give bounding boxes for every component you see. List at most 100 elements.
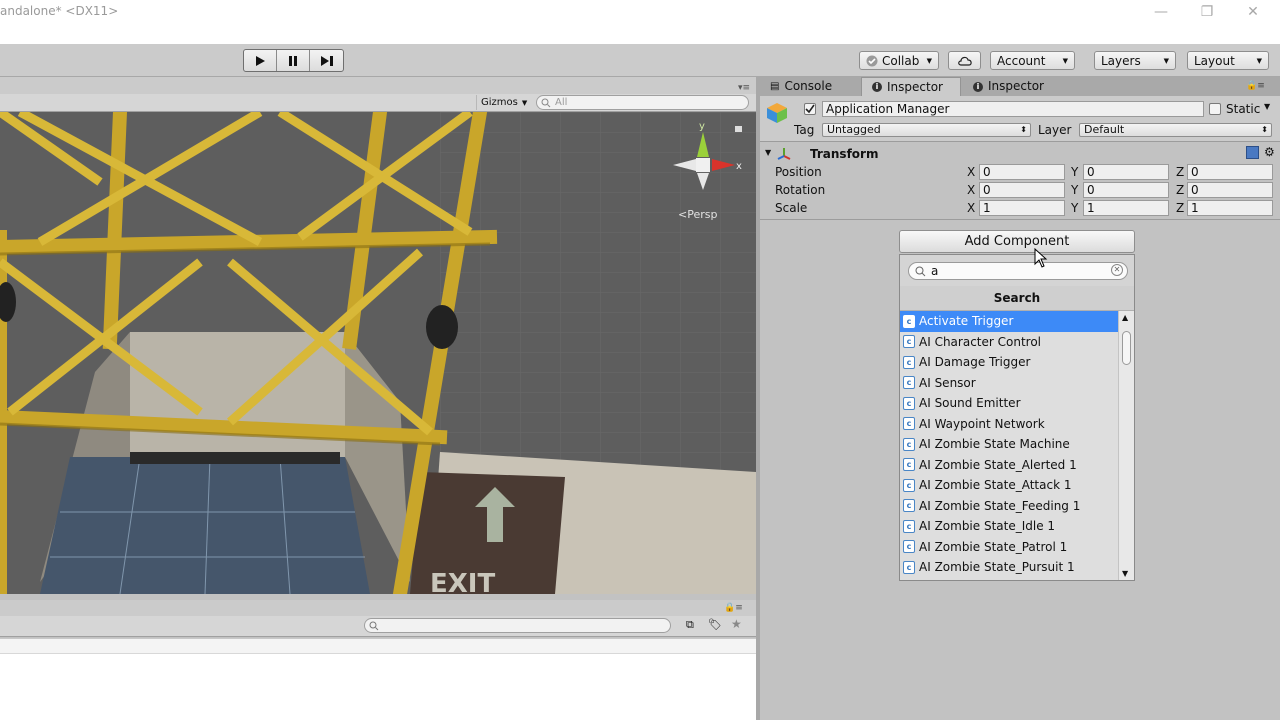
list-item[interactable]: c AI Zombie State_Patrol 1 (900, 537, 1118, 558)
help-book-icon[interactable] (1246, 146, 1259, 159)
panel-menu-icon[interactable]: ▾≡ (738, 83, 750, 93)
script-icon: c (903, 519, 915, 533)
tab-console[interactable]: ▤ Console (760, 77, 842, 96)
persp-label[interactable]: <Persp (678, 208, 717, 221)
step-button[interactable] (310, 50, 343, 71)
layout-dropdown[interactable]: Layout ▼ (1187, 51, 1269, 70)
tab-inspector-second[interactable]: i Inspector (963, 77, 1054, 96)
static-dropdown-arrow-icon[interactable]: ▼ (1264, 102, 1270, 111)
transform-position-row: Position X 0 Y 0 Z 0 (775, 164, 1280, 182)
axis-y-label[interactable]: Y (1071, 183, 1078, 197)
info-icon: i (872, 82, 882, 92)
list-item-label: AI Waypoint Network (919, 416, 1045, 431)
gizmos-label: Gizmos (481, 97, 518, 108)
list-item-label: AI Zombie State_Feeding 1 (919, 498, 1081, 513)
script-icon: c (903, 499, 915, 513)
scale-x-field[interactable]: 1 (979, 200, 1065, 216)
tag-value: Untagged (827, 123, 881, 136)
gear-icon[interactable]: ⚙ (1264, 145, 1275, 159)
static-label: Static (1226, 102, 1261, 116)
play-button[interactable] (244, 50, 277, 71)
clear-search-icon[interactable]: ✕ (1111, 264, 1123, 276)
dropdown-arrow-icon: ▼ (926, 56, 932, 65)
minimize-button[interactable]: — (1149, 2, 1173, 22)
axis-y-label[interactable]: Y (1071, 201, 1078, 215)
list-item[interactable]: c AI Sound Emitter (900, 393, 1118, 414)
list-item[interactable]: c AI Sensor (900, 373, 1118, 394)
scale-label: Scale (775, 201, 808, 215)
scale-z-field[interactable]: 1 (1187, 200, 1273, 216)
checkmark-icon (866, 55, 878, 66)
object-name-field[interactable]: Application Manager (822, 101, 1204, 117)
layers-dropdown[interactable]: Layers ▼ (1094, 51, 1176, 70)
list-item[interactable]: c AI Zombie State_Pursuit 1 (900, 557, 1118, 578)
list-item[interactable]: c AI Zombie State_Idle 1 (900, 516, 1118, 537)
axis-z-label[interactable]: Z (1176, 183, 1184, 197)
add-component-button[interactable]: Add Component (899, 230, 1135, 253)
scroll-down-arrow-icon[interactable]: ▼ (1122, 569, 1128, 578)
component-search-input[interactable]: a ✕ (908, 262, 1128, 280)
close-button[interactable]: ✕ (1241, 2, 1265, 22)
foldout-arrow-icon[interactable]: ▼ (765, 148, 771, 157)
bottom-panel-toolbar: ⧉ 🏷 ★ (0, 616, 756, 637)
axis-x-label[interactable]: X (967, 201, 975, 215)
scene-viewport[interactable]: EXIT y x <Persp (0, 112, 756, 594)
list-item-label: AI Zombie State_Attack 1 (919, 478, 1072, 493)
position-y-field[interactable]: 0 (1083, 164, 1169, 180)
tag-dropdown[interactable]: Untagged ⬍ (822, 123, 1031, 137)
component-list-scrollbar[interactable]: ▲ ▼ (1118, 311, 1134, 580)
rotation-x-field[interactable]: 0 (979, 182, 1065, 198)
list-item[interactable]: c AI Zombie State_Alerted 1 (900, 455, 1118, 476)
filter-by-type-icon[interactable]: ⧉ (686, 618, 694, 632)
list-item[interactable]: c AI Waypoint Network (900, 414, 1118, 435)
rotation-y-field[interactable]: 0 (1083, 182, 1169, 198)
scroll-up-arrow-icon[interactable]: ▲ (1122, 313, 1128, 322)
list-item[interactable]: c AI Character Control (900, 332, 1118, 353)
console-icon: ▤ (770, 81, 780, 92)
layer-value: Default (1084, 123, 1125, 136)
axis-y-label[interactable]: Y (1071, 165, 1078, 179)
favorite-star-icon[interactable]: ★ (731, 617, 742, 631)
account-dropdown[interactable]: Account ▼ (990, 51, 1075, 70)
gizmo-x-label: x (736, 161, 742, 172)
list-item-label: AI Zombie State_Pursuit 1 (919, 560, 1075, 575)
scale-y-field[interactable]: 1 (1083, 200, 1169, 216)
list-item[interactable]: c AI Zombie State_Attack 1 (900, 475, 1118, 496)
project-search-input[interactable] (364, 618, 671, 633)
active-checkbox[interactable] (804, 103, 816, 115)
mouse-cursor-icon (1034, 248, 1048, 268)
static-checkbox[interactable] (1209, 103, 1221, 115)
lock-icon[interactable]: 🔒≡ (724, 603, 743, 613)
list-item-label: AI Zombie State_Idle 1 (919, 519, 1056, 534)
panel-menu-icon[interactable]: 🔒≡ (1246, 81, 1265, 91)
list-item[interactable]: c AI Zombie State_Feeding 1 (900, 496, 1118, 517)
rotation-z-field[interactable]: 0 (1187, 182, 1273, 198)
filter-by-label-icon[interactable]: 🏷 (708, 618, 722, 631)
list-item[interactable]: c AI Damage Trigger (900, 352, 1118, 373)
updown-arrow-icon: ⬍ (1020, 125, 1027, 134)
tab-inspector-active[interactable]: i Inspector (861, 77, 961, 96)
scene-search-input[interactable]: All (536, 95, 749, 110)
gizmos-dropdown[interactable]: Gizmos ▼ (476, 95, 531, 110)
script-icon: c (903, 540, 915, 554)
layer-dropdown[interactable]: Default ⬍ (1079, 123, 1272, 137)
axis-x-label[interactable]: X (967, 183, 975, 197)
axis-z-label[interactable]: Z (1176, 201, 1184, 215)
axis-x-label[interactable]: X (967, 165, 975, 179)
scrollbar-thumb[interactable] (1122, 331, 1131, 365)
position-z-field[interactable]: 0 (1187, 164, 1273, 180)
list-item-label: AI Zombie State_Alerted 1 (919, 457, 1077, 472)
layer-label: Layer (1038, 123, 1072, 137)
gameobject-header: Application Manager Static ▼ Tag Untagge… (760, 96, 1280, 142)
pause-button[interactable] (277, 50, 310, 71)
list-item[interactable]: c AI Zombie State Machine (900, 434, 1118, 455)
axis-z-label[interactable]: Z (1176, 165, 1184, 179)
cloud-button[interactable] (948, 51, 981, 70)
list-item[interactable]: c Activate Trigger (900, 311, 1118, 332)
gameobject-cube-icon (767, 103, 787, 123)
maximize-button[interactable]: ❐ (1195, 2, 1219, 22)
position-x-field[interactable]: 0 (979, 164, 1065, 180)
collab-button[interactable]: Collab ▼ (859, 51, 939, 70)
lock-icon[interactable] (735, 126, 742, 132)
list-item-label: AI Damage Trigger (919, 355, 1031, 370)
